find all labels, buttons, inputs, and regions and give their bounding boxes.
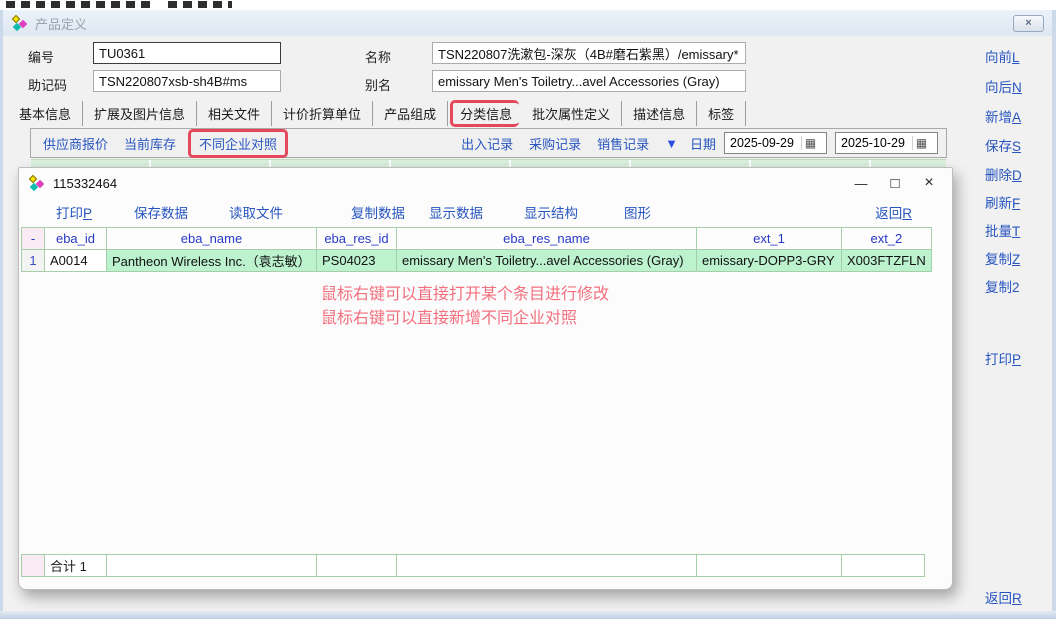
child-return-button[interactable]: 返回R — [875, 202, 912, 222]
footer-empty-cell — [697, 555, 842, 577]
column-header-eba-name[interactable]: eba_name — [107, 228, 317, 250]
name-label: 名称 — [365, 47, 391, 66]
sidebar-button-delete[interactable]: 删除D — [985, 164, 1022, 184]
child-window-title: 115332464 — [53, 176, 117, 191]
child-toolbar: 打印P 保存数据 读取文件 复制数据 显示数据 显示结构 图形 返回R — [19, 199, 952, 225]
table-row[interactable]: 1 A0014 Pantheon Wireless Inc.（袁志敏） PS04… — [22, 250, 932, 272]
sales-records-link[interactable]: 销售记录 — [597, 134, 649, 153]
column-header-eba-res-id[interactable]: eba_res_id — [317, 228, 397, 250]
sidebar-button-backward[interactable]: 向后N — [985, 76, 1022, 96]
table-header-row: - eba_id eba_name eba_res_id eba_res_nam… — [22, 228, 932, 250]
cell-eba-res-name: emissary Men's Toiletry...avel Accessori… — [397, 250, 697, 272]
tab-description-info[interactable]: 描述信息 — [622, 101, 697, 126]
close-icon[interactable]: × — [912, 174, 946, 192]
screen: 产品定义 × 编号 名称 助记码 别名 基本信息 扩展及图片信息 相关文件 计价… — [0, 0, 1056, 619]
app-icon — [28, 175, 45, 192]
cell-eba-res-id: PS04023 — [317, 250, 397, 272]
tab-classification[interactable]: 分类信息 — [450, 100, 519, 127]
cross-enterprise-compare-link[interactable]: 不同企业对照 — [199, 137, 277, 152]
sidebar-button-copy2[interactable]: 复制2 — [985, 276, 1020, 296]
cell-eba-id: A0014 — [45, 250, 107, 272]
table-footer-row: 合计 1 — [21, 554, 925, 577]
read-file-button[interactable]: 读取文件 — [229, 202, 283, 222]
child-titlebar: 115332464 — □ × — [19, 168, 952, 198]
window-title: 产品定义 — [35, 14, 87, 33]
calendar-icon[interactable]: ▦ — [912, 136, 930, 150]
inout-records-link[interactable]: 出入记录 — [461, 134, 513, 153]
column-header-ext-1[interactable]: ext_1 — [697, 228, 842, 250]
name-input[interactable] — [432, 42, 746, 64]
calendar-icon[interactable]: ▦ — [801, 136, 819, 150]
date-to-field: ▦ — [835, 132, 938, 154]
date-to-input[interactable] — [836, 136, 912, 150]
purchase-records-link[interactable]: 采购记录 — [529, 134, 581, 153]
footer-row-marker — [22, 555, 45, 577]
footer-empty-cell — [397, 555, 697, 577]
tab-bar: 基本信息 扩展及图片信息 相关文件 计价折算单位 产品组成 分类信息 批次属性定… — [8, 100, 746, 127]
app-icon — [11, 15, 28, 32]
footer-total: 合计 1 — [45, 555, 107, 577]
footer-empty-cell — [107, 555, 317, 577]
column-header-row-marker[interactable]: - — [22, 228, 45, 250]
return-button[interactable]: 返回R — [985, 587, 1022, 607]
sidebar-button-add[interactable]: 新增A — [985, 106, 1021, 126]
supplier-quote-link[interactable]: 供应商报价 — [43, 134, 108, 153]
close-button[interactable]: × — [1013, 15, 1044, 32]
tab-pricing-units[interactable]: 计价折算单位 — [272, 101, 373, 126]
column-header-ext-2[interactable]: ext_2 — [842, 228, 932, 250]
footer-empty-cell — [317, 555, 397, 577]
sidebar-button-save[interactable]: 保存S — [985, 135, 1021, 155]
graph-button[interactable]: 图形 — [624, 202, 651, 222]
cell-row-number: 1 — [22, 250, 45, 272]
main-titlebar: 产品定义 × — [3, 10, 1052, 36]
sidebar-button-copy[interactable]: 复制Z — [985, 248, 1020, 268]
sidebar-button-print[interactable]: 打印P — [985, 348, 1021, 368]
sidebar-button-forward[interactable]: 向前L — [985, 46, 1020, 66]
date-from-field: ▦ — [724, 132, 827, 154]
current-stock-link[interactable]: 当前库存 — [124, 134, 176, 153]
mnemonic-label: 助记码 — [28, 75, 67, 94]
copy-data-button[interactable]: 复制数据 — [351, 202, 405, 222]
date-from-input[interactable] — [725, 136, 801, 150]
cell-ext-1: emissary-DOPP3-GRY — [697, 250, 842, 272]
cell-ext-2: X003FTZFLN — [842, 250, 932, 272]
show-structure-button[interactable]: 显示结构 — [524, 202, 578, 222]
show-data-button[interactable]: 显示数据 — [429, 202, 483, 222]
eba-table: - eba_id eba_name eba_res_id eba_res_nam… — [21, 227, 932, 272]
sub-toolbar: 供应商报价 当前库存 不同企业对照 出入记录 采购记录 销售记录 ▼ 日期 ▦ … — [30, 128, 947, 158]
alias-input[interactable] — [432, 70, 746, 92]
cross-enterprise-highlight: 不同企业对照 — [188, 129, 288, 158]
save-data-button[interactable]: 保存数据 — [134, 202, 188, 222]
date-label: 日期 — [690, 134, 716, 153]
annotation-line-1: 鼠标右键可以直接打开某个条目进行修改 — [321, 280, 609, 304]
clipped-text-fragment — [168, 1, 232, 8]
window-frame-bottom — [0, 611, 1056, 619]
tab-related-files[interactable]: 相关文件 — [197, 101, 272, 126]
code-label: 编号 — [28, 47, 54, 66]
sidebar-button-batch[interactable]: 批量T — [985, 220, 1020, 240]
tab-basic-info[interactable]: 基本信息 — [8, 101, 83, 126]
minimize-icon[interactable]: — — [844, 176, 878, 191]
sidebar-button-refresh[interactable]: 刷新F — [985, 192, 1020, 212]
column-header-eba-id[interactable]: eba_id — [45, 228, 107, 250]
print-button[interactable]: 打印P — [56, 202, 92, 222]
tab-batch-attributes[interactable]: 批次属性定义 — [521, 101, 622, 126]
column-header-eba-res-name[interactable]: eba_res_name — [397, 228, 697, 250]
annotation-line-2: 鼠标右键可以直接新增不同企业对照 — [321, 304, 577, 328]
maximize-icon[interactable]: □ — [878, 175, 912, 192]
window-frame-right — [1052, 10, 1056, 612]
arrow-down-icon[interactable]: ▼ — [665, 136, 678, 151]
mnemonic-input[interactable] — [93, 70, 281, 92]
background-window-fragment — [0, 0, 1056, 10]
alias-label: 别名 — [365, 75, 391, 94]
footer-empty-cell — [842, 555, 925, 577]
code-input[interactable] — [93, 42, 281, 64]
tab-extended-images[interactable]: 扩展及图片信息 — [83, 101, 197, 126]
cross-enterprise-compare-window: 115332464 — □ × 打印P 保存数据 读取文件 复制数据 显示数据 … — [18, 167, 953, 590]
tab-product-composition[interactable]: 产品组成 — [373, 101, 448, 126]
clipped-text-fragment — [6, 1, 156, 8]
cell-eba-name: Pantheon Wireless Inc.（袁志敏） — [107, 250, 317, 272]
window-frame-left — [0, 10, 3, 612]
tab-label[interactable]: 标签 — [697, 101, 746, 126]
